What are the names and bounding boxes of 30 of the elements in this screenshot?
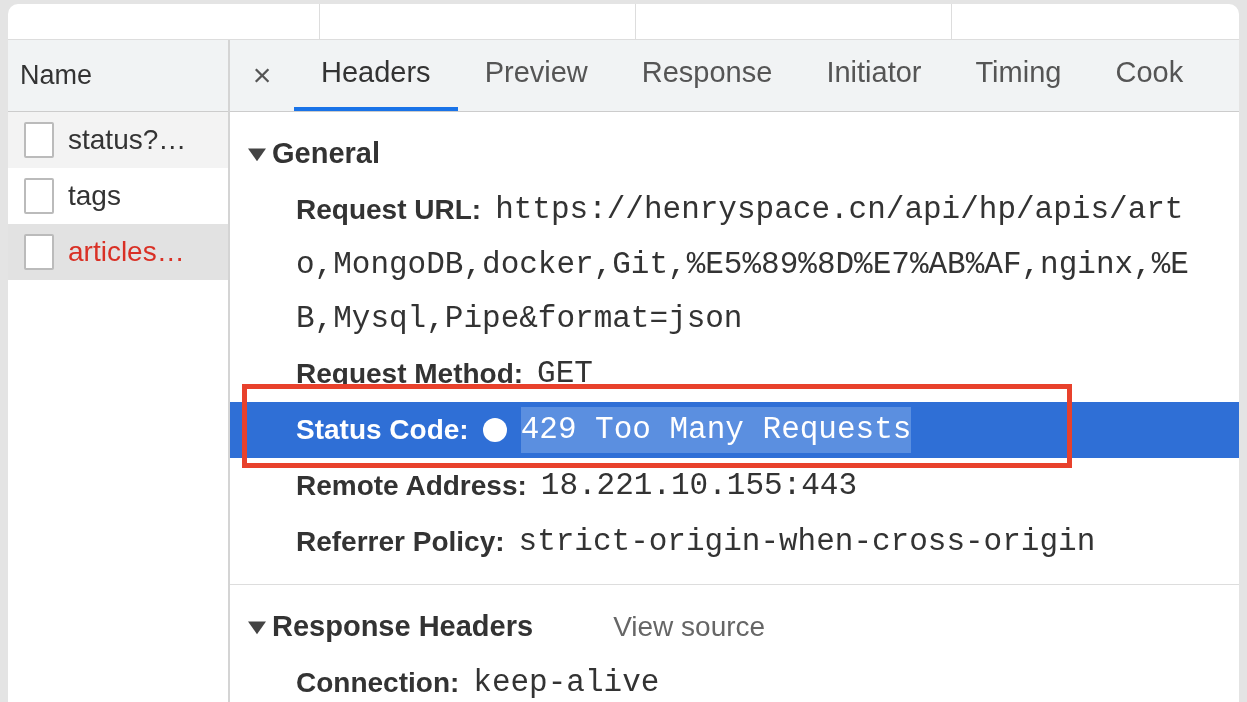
header-name: Connection: bbox=[296, 666, 460, 700]
section-toggle[interactable]: General bbox=[248, 132, 380, 176]
file-icon bbox=[24, 122, 54, 158]
request-row[interactable]: status?… bbox=[8, 112, 228, 168]
tab[interactable]: Preview bbox=[457, 40, 615, 111]
tab[interactable]: Headers bbox=[294, 40, 458, 111]
header-value: o,MongoDB,docker,Git,%E5%89%8D%E7%AB%AF,nginx,%E bbox=[296, 245, 1189, 284]
header-name: Referrer Policy: bbox=[296, 525, 505, 559]
file-icon bbox=[24, 178, 54, 214]
header-name: Status Code: bbox=[296, 413, 469, 447]
header-value: strict-origin-when-cross-origin bbox=[518, 522, 1096, 561]
section-toggle[interactable]: Response Headers bbox=[248, 605, 534, 649]
header-name: Remote Address: bbox=[296, 469, 527, 503]
tab[interactable]: Initiator bbox=[799, 40, 949, 111]
close-button[interactable]: × bbox=[230, 40, 294, 111]
file-icon bbox=[24, 234, 54, 270]
header-value: 18.221.10.155:443 bbox=[540, 466, 858, 505]
tab[interactable]: Cook bbox=[1088, 40, 1211, 111]
view-source-link[interactable]: View source bbox=[613, 606, 766, 648]
header-value: GET bbox=[537, 354, 593, 393]
header-value: B,Mysql,Pipe&format=json bbox=[296, 299, 743, 338]
tab[interactable]: Timing bbox=[948, 40, 1089, 111]
header-name: Request URL: bbox=[296, 193, 482, 227]
column-header: Name bbox=[20, 59, 93, 93]
tab[interactable]: Response bbox=[614, 40, 800, 111]
header-name: Request Method: bbox=[296, 357, 524, 391]
header-value: keep-alive bbox=[473, 663, 660, 702]
request-row[interactable]: articles… bbox=[8, 224, 228, 280]
header-value: 429 Too Many Requests bbox=[520, 406, 912, 454]
header-value: https://henryspace.cn/api/hp/apis/art bbox=[495, 190, 1184, 229]
